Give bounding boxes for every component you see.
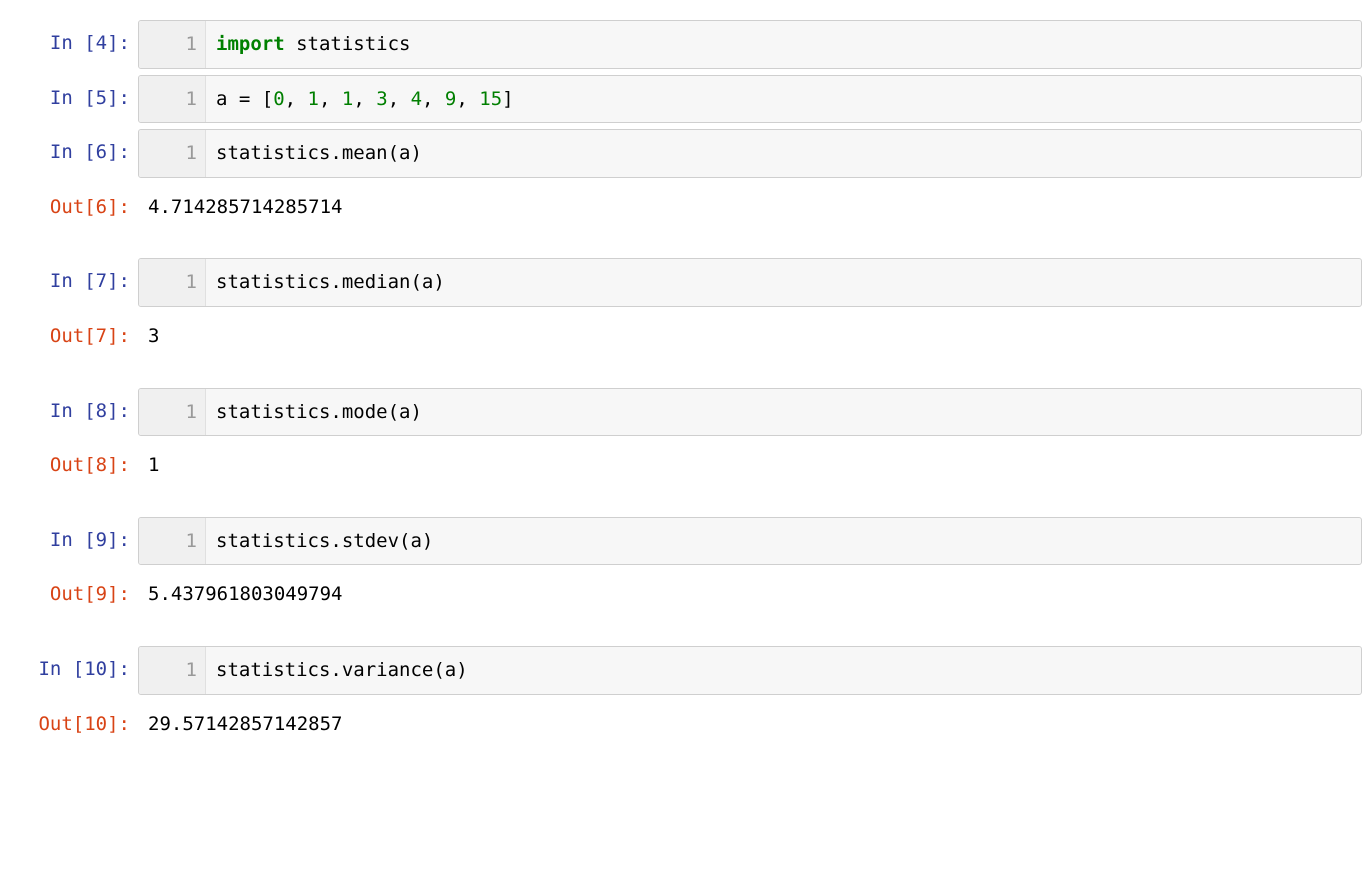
out-prompt: Out[8]: xyxy=(10,442,138,489)
code-token: , xyxy=(422,88,445,110)
code-input-area[interactable]: 1 statistics.variance(a) xyxy=(138,646,1362,695)
input-row: In [7]:1 statistics.median(a) xyxy=(10,258,1362,307)
output-row: Out[8]:1 xyxy=(10,442,1362,489)
number-token: 1 xyxy=(342,88,353,110)
output-content: 5.437961803049794 xyxy=(138,571,1362,618)
line-number-gutter: 1 xyxy=(139,76,206,123)
code-token: statistics.mode(a) xyxy=(216,401,422,423)
line-number-gutter: 1 xyxy=(139,21,206,68)
out-prompt: Out[9]: xyxy=(10,571,138,618)
in-prompt: In [9]: xyxy=(10,517,138,566)
output-row: Out[7]:3 xyxy=(10,313,1362,360)
notebook-cell: In [4]:1import statistics xyxy=(10,20,1362,69)
code-input-area[interactable]: 1a = [0, 1, 1, 3, 4, 9, 15] xyxy=(138,75,1362,124)
in-prompt: In [6]: xyxy=(10,129,138,178)
code-input-area[interactable]: 1 statistics.stdev(a) xyxy=(138,517,1362,566)
notebook-cell: In [8]:1 statistics.mode(a) Out[8]:1 xyxy=(10,388,1362,489)
code-token: , xyxy=(319,88,342,110)
code-token: statistics.mean(a) xyxy=(216,142,422,164)
input-row: In [6]:1 statistics.mean(a) xyxy=(10,129,1362,178)
code-token: statistics.median(a) xyxy=(216,271,445,293)
keyword-token: import xyxy=(216,33,285,55)
code-content[interactable]: statistics.median(a) xyxy=(206,259,1361,306)
out-prompt: Out[6]: xyxy=(10,184,138,231)
input-row: In [10]:1 statistics.variance(a) xyxy=(10,646,1362,695)
number-token: 9 xyxy=(445,88,456,110)
code-content[interactable]: statistics.stdev(a) xyxy=(206,518,1361,565)
code-token: statistics.stdev(a) xyxy=(216,530,433,552)
in-prompt: In [7]: xyxy=(10,258,138,307)
line-number-gutter: 1 xyxy=(139,259,206,306)
code-token: , xyxy=(285,88,308,110)
input-row: In [5]:1a = [0, 1, 1, 3, 4, 9, 15] xyxy=(10,75,1362,124)
line-number-gutter: 1 xyxy=(139,130,206,177)
line-number-gutter: 1 xyxy=(139,389,206,436)
number-token: 15 xyxy=(479,88,502,110)
output-row: Out[6]:4.714285714285714 xyxy=(10,184,1362,231)
output-content: 3 xyxy=(138,313,1362,360)
out-prompt: Out[7]: xyxy=(10,313,138,360)
in-prompt: In [10]: xyxy=(10,646,138,695)
in-prompt: In [8]: xyxy=(10,388,138,437)
code-token: ] xyxy=(502,88,513,110)
code-content[interactable]: statistics.variance(a) xyxy=(206,647,1361,694)
output-content: 1 xyxy=(138,442,1362,489)
code-input-area[interactable]: 1 statistics.median(a) xyxy=(138,258,1362,307)
number-token: 4 xyxy=(411,88,422,110)
number-token: 1 xyxy=(308,88,319,110)
output-content: 29.57142857142857 xyxy=(138,701,1362,748)
code-input-area[interactable]: 1 statistics.mode(a) xyxy=(138,388,1362,437)
notebook-cell: In [7]:1 statistics.median(a) Out[7]:3 xyxy=(10,258,1362,359)
code-token: a = [ xyxy=(216,88,273,110)
output-row: Out[9]:5.437961803049794 xyxy=(10,571,1362,618)
code-token: , xyxy=(353,88,376,110)
code-token: statistics xyxy=(285,33,411,55)
notebook-container: In [4]:1import statisticsIn [5]:1a = [0,… xyxy=(10,20,1362,747)
notebook-cell: In [10]:1 statistics.variance(a) Out[10]:2… xyxy=(10,646,1362,747)
code-input-area[interactable]: 1 statistics.mean(a) xyxy=(138,129,1362,178)
output-content: 4.714285714285714 xyxy=(138,184,1362,231)
code-token: statistics.variance(a) xyxy=(216,659,468,681)
code-content[interactable]: statistics.mean(a) xyxy=(206,130,1361,177)
code-input-area[interactable]: 1import statistics xyxy=(138,20,1362,69)
code-content[interactable]: a = [0, 1, 1, 3, 4, 9, 15] xyxy=(206,76,1361,123)
code-token: , xyxy=(388,88,411,110)
notebook-cell: In [6]:1 statistics.mean(a) Out[6]:4.71428… xyxy=(10,129,1362,230)
out-prompt: Out[10]: xyxy=(10,701,138,748)
in-prompt: In [4]: xyxy=(10,20,138,69)
number-token: 0 xyxy=(273,88,284,110)
line-number-gutter: 1 xyxy=(139,518,206,565)
code-content[interactable]: import statistics xyxy=(206,21,1361,68)
notebook-cell: In [5]:1a = [0, 1, 1, 3, 4, 9, 15] xyxy=(10,75,1362,124)
output-row: Out[10]:29.57142857142857 xyxy=(10,701,1362,748)
number-token: 3 xyxy=(376,88,387,110)
code-content[interactable]: statistics.mode(a) xyxy=(206,389,1361,436)
notebook-cell: In [9]:1 statistics.stdev(a) Out[9]:5.4379… xyxy=(10,517,1362,618)
input-row: In [8]:1 statistics.mode(a) xyxy=(10,388,1362,437)
code-token: , xyxy=(456,88,479,110)
in-prompt: In [5]: xyxy=(10,75,138,124)
line-number-gutter: 1 xyxy=(139,647,206,694)
input-row: In [9]:1 statistics.stdev(a) xyxy=(10,517,1362,566)
input-row: In [4]:1import statistics xyxy=(10,20,1362,69)
